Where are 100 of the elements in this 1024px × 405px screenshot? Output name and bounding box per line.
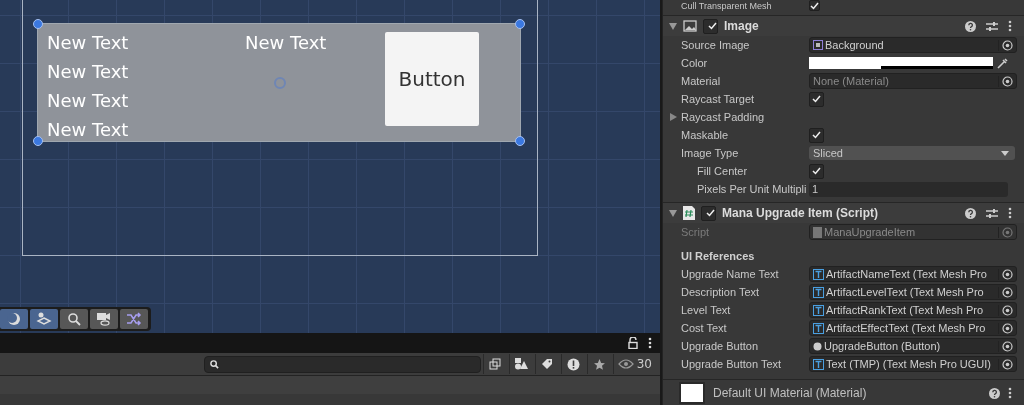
text-label: New Text: [47, 31, 129, 55]
foldout-arrow-icon[interactable]: [669, 22, 677, 30]
text-label: New Text: [47, 118, 129, 142]
checkbox[interactable]: [809, 91, 824, 107]
material-name: Default UI Material (Material): [713, 386, 867, 400]
camera-icon[interactable]: [90, 309, 118, 329]
more-icon[interactable]: [648, 337, 652, 349]
dot-icon: [813, 341, 822, 351]
checkbox[interactable]: [809, 127, 824, 143]
ui-button[interactable]: Button: [385, 32, 479, 126]
text-label: New Text: [245, 31, 327, 55]
field-label: Source Image: [681, 39, 751, 51]
object-field[interactable]: None (Material): [809, 73, 1017, 89]
checkmark-icon: [812, 131, 821, 139]
field-label: Material: [681, 75, 722, 87]
object-value: ArtifactEffectText (Text Mesh Pro: [826, 322, 987, 334]
checkmark-icon: [706, 209, 715, 217]
object-picker-icon[interactable]: [998, 340, 1013, 352]
sliders-icon[interactable]: [986, 20, 998, 32]
layers-icon[interactable]: [30, 309, 58, 329]
moon-icon[interactable]: [0, 309, 28, 329]
eye-icon: [617, 359, 634, 369]
section-header: UI References: [681, 250, 756, 262]
object-field[interactable]: Background: [809, 37, 1017, 53]
object-value: None (Material): [813, 75, 890, 87]
object-field[interactable]: ArtifactRankText (Text Mesh Pro: [809, 302, 1017, 318]
resize-handle[interactable]: [33, 19, 43, 29]
sliders-icon[interactable]: [986, 207, 998, 219]
object-picker-icon[interactable]: [998, 39, 1013, 51]
checkbox[interactable]: [809, 0, 820, 11]
field-label: Cost Text: [681, 322, 728, 334]
field-label: Raycast Target: [681, 93, 756, 105]
search-icon[interactable]: [60, 309, 88, 329]
sprite-icon: [813, 40, 823, 50]
script-icon: [683, 206, 695, 220]
lock-icon[interactable]: [628, 337, 638, 349]
text-label: New Text: [47, 89, 129, 113]
foldout-arrow-icon[interactable]: [670, 113, 677, 121]
component-header[interactable]: Image: [663, 15, 1024, 36]
object-picker-icon[interactable]: [998, 304, 1013, 316]
field-label: Image Type: [681, 147, 740, 159]
object-value: ArtifactNameText (Text Mesh Pro: [826, 268, 988, 280]
object-picker-icon[interactable]: [998, 268, 1013, 280]
field-label: Script: [681, 226, 711, 238]
resize-handle[interactable]: [515, 19, 525, 29]
checkmark-icon: [810, 1, 819, 10]
more-icon[interactable]: [1008, 207, 1012, 219]
more-icon[interactable]: [1008, 387, 1012, 399]
object-field[interactable]: ArtifactNameText (Text Mesh Pro: [809, 266, 1017, 282]
dropdown[interactable]: Sliced: [809, 146, 1015, 160]
object-field[interactable]: UpgradeButton (Button): [809, 338, 1017, 354]
checkmark-icon: [812, 167, 821, 175]
field-label: Upgrade Button: [681, 340, 760, 352]
color-field[interactable]: [809, 57, 993, 69]
object-value: UpgradeButton (Button): [824, 340, 942, 352]
field-label: Level Text: [681, 304, 732, 316]
checkmark-icon: [812, 95, 821, 103]
checkbox[interactable]: [809, 163, 824, 179]
text-icon: [813, 286, 824, 298]
field-label: Color: [681, 57, 709, 69]
foldout-arrow-icon[interactable]: [669, 209, 677, 217]
enable-checkbox[interactable]: [701, 205, 716, 221]
object-field[interactable]: ArtifactLevelText (Text Mesh Pro: [809, 284, 1017, 300]
dropdown-arrow-icon: [1001, 150, 1009, 156]
text-icon: [813, 358, 824, 370]
field-label: Description Text: [681, 286, 761, 298]
shuffle-icon[interactable]: [120, 309, 148, 329]
field-label: Fill Center: [696, 165, 749, 177]
component-title: Image: [724, 19, 759, 33]
object-picker-icon[interactable]: [998, 358, 1013, 370]
image-icon: [683, 20, 697, 32]
component-header[interactable]: Mana Upgrade Item (Script): [663, 202, 1024, 223]
search-field[interactable]: [203, 355, 481, 373]
object-value: ManaUpgradeItem: [824, 226, 917, 238]
text-icon: [813, 322, 824, 334]
field-label: Upgrade Name Text: [681, 268, 780, 280]
component-title: Mana Upgrade Item (Script): [722, 206, 879, 220]
object-picker-icon[interactable]: [998, 75, 1013, 87]
number-field[interactable]: 1: [809, 181, 1008, 197]
object-picker-icon[interactable]: [998, 322, 1013, 334]
help-icon[interactable]: [965, 20, 976, 32]
resize-handle[interactable]: [33, 136, 43, 146]
object-value: Background: [825, 39, 885, 51]
script-icon: [813, 226, 822, 238]
enable-checkbox[interactable]: [703, 18, 718, 34]
search-icon: [209, 359, 219, 369]
field-label: Raycast Padding: [681, 111, 766, 123]
field-label: Cull Transparent Mesh: [681, 0, 773, 11]
eyedropper-icon[interactable]: [997, 57, 1008, 69]
field-label: Upgrade Button Text: [681, 358, 783, 370]
object-field[interactable]: Text (TMP) (Text Mesh Pro UGUI): [809, 356, 1017, 372]
object-picker-icon[interactable]: [998, 286, 1013, 298]
more-icon[interactable]: [1008, 20, 1012, 32]
text-icon: [813, 304, 824, 316]
field-label: Pixels Per Unit Multipli: [696, 183, 808, 195]
help-icon[interactable]: [989, 387, 1000, 399]
object-field[interactable]: ArtifactEffectText (Text Mesh Pro: [809, 320, 1017, 336]
object-value: ArtifactLevelText (Text Mesh Pro: [826, 286, 985, 298]
help-icon[interactable]: [965, 207, 976, 219]
resize-handle[interactable]: [515, 136, 525, 146]
